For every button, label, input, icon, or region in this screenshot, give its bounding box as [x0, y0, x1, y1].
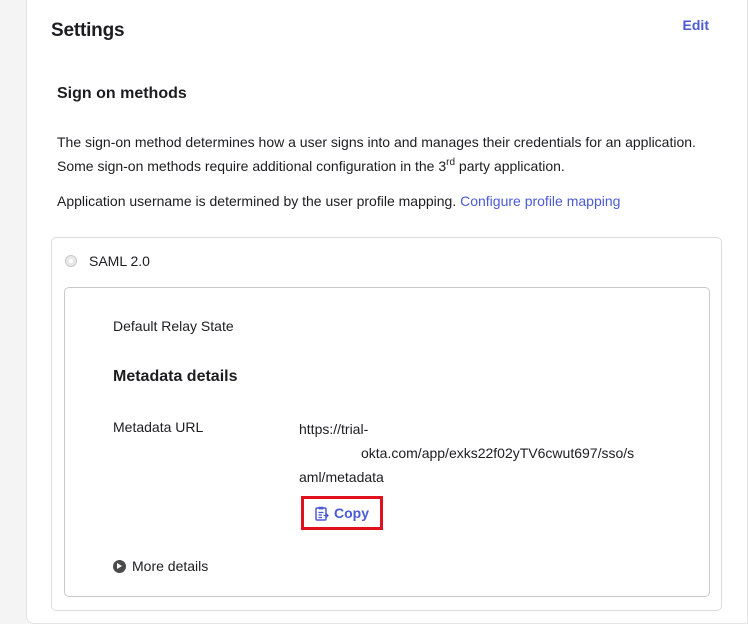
description-superscript: rd [446, 157, 456, 168]
metadata-details-heading: Metadata details [113, 368, 238, 385]
more-details-toggle[interactable]: More details [113, 558, 208, 574]
sign-on-methods-heading: Sign on methods [57, 85, 187, 102]
description-text: The sign-on method determines how a user… [57, 134, 696, 174]
page-title: Settings [51, 20, 125, 41]
chevron-right-icon [113, 559, 126, 573]
metadata-url-label: Metadata URL [113, 419, 204, 435]
sign-on-description: The sign-on method determines how a user… [57, 130, 717, 178]
metadata-url-line-1: https://trial- [299, 421, 369, 437]
metadata-url-value: https://trial- okta.com/app/exks22f02yTV… [299, 417, 663, 489]
metadata-url-line-2: okta.com/app/exks22f02yTV6cwut697/sso/s [361, 445, 635, 461]
mapping-label: Application username is determined by th… [57, 193, 461, 209]
metadata-url-line-3: aml/metadata [299, 469, 384, 485]
profile-mapping-text: Application username is determined by th… [57, 190, 620, 212]
saml-radio-button[interactable] [65, 255, 77, 267]
description-text-end: party application. [455, 158, 565, 174]
copy-label: Copy [334, 505, 369, 521]
more-details-label: More details [132, 558, 209, 574]
saml-option-box: SAML 2.0 Default Relay State Metadata de… [51, 237, 722, 611]
configure-profile-mapping-link[interactable]: Configure profile mapping [460, 193, 620, 209]
saml-details-panel: Default Relay State Metadata details Met… [64, 287, 710, 597]
copy-button[interactable]: Copy [301, 496, 383, 530]
settings-card: Settings Edit Sign on methods The sign-o… [26, 0, 748, 624]
edit-button[interactable]: Edit [683, 17, 709, 33]
saml-label: SAML 2.0 [89, 253, 150, 269]
clipboard-icon [315, 506, 329, 521]
default-relay-state-label: Default Relay State [113, 318, 234, 334]
